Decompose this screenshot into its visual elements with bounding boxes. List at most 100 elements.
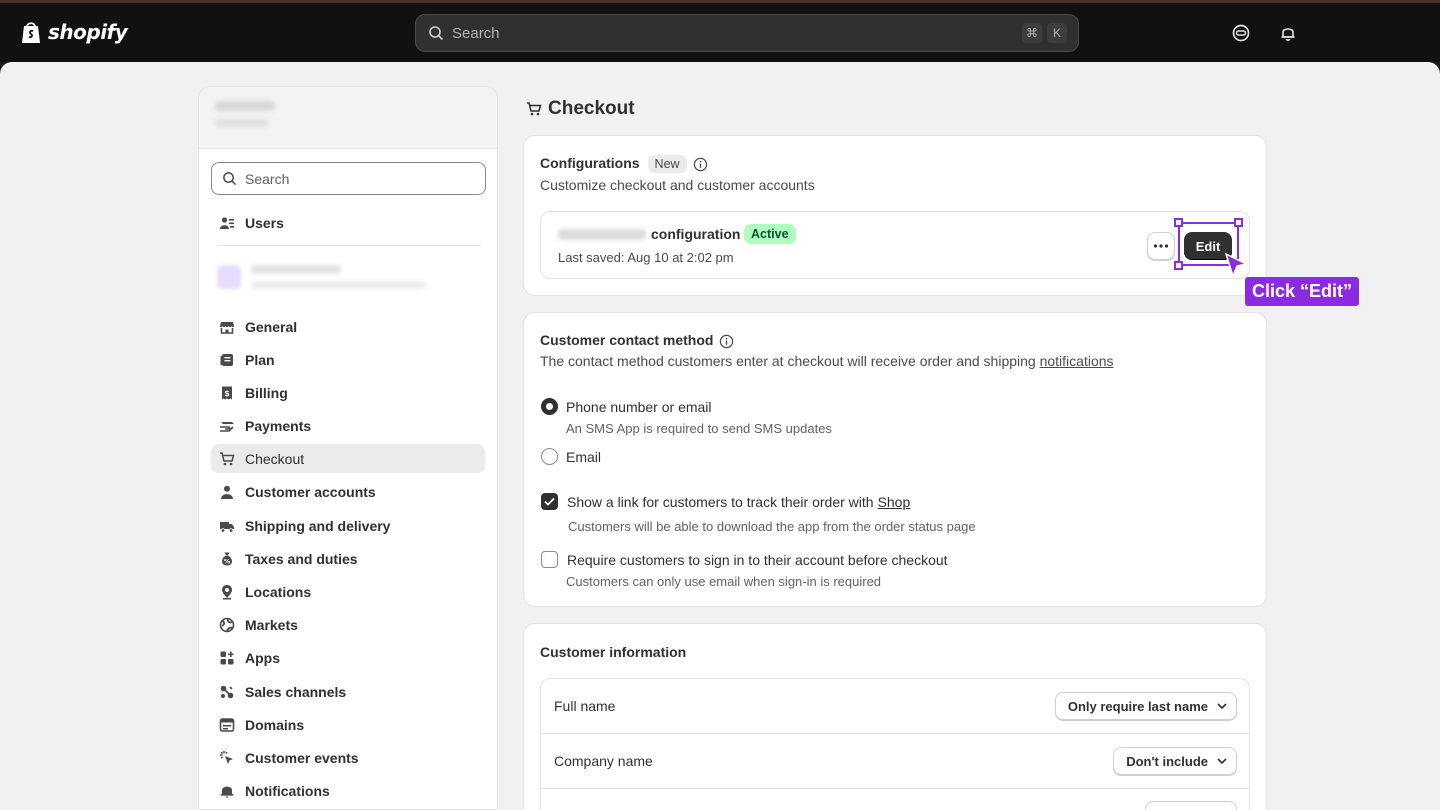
- checkbox-label: Require customers to sign in to their ac…: [567, 551, 948, 568]
- brand-name: shopify: [48, 20, 128, 44]
- events-icon: [220, 750, 233, 764]
- shopify-logo[interactable]: shopify: [20, 20, 128, 44]
- partial-select[interactable]: [1145, 801, 1237, 810]
- checkbox-unchecked[interactable]: [541, 551, 558, 568]
- shop-link[interactable]: Shop: [878, 494, 911, 510]
- info-icon[interactable]: [693, 157, 708, 172]
- radio-phone-or-email[interactable]: Phone number or email: [541, 398, 712, 415]
- svg-text:%: %: [224, 557, 231, 565]
- full-name-select[interactable]: Only require last name: [1054, 692, 1237, 720]
- chevron-down-icon: [1217, 758, 1227, 765]
- account-row-redacted[interactable]: [217, 265, 426, 289]
- radio-selected[interactable]: [541, 398, 558, 415]
- checkbox-help-text: Customers can only use email when sign-i…: [566, 574, 882, 589]
- radio-label: Email: [566, 448, 602, 465]
- sidebar-item-taxes[interactable]: % Taxes and duties: [211, 544, 485, 573]
- page-title: Checkout: [526, 98, 635, 120]
- settings-sidebar: Search Users General Plan $ Billing Paym…: [198, 86, 498, 810]
- sidebar-item-domains[interactable]: Domains: [211, 710, 485, 739]
- sidebar-item-label: Plan: [245, 351, 275, 368]
- sidebar-item-label: Locations: [245, 583, 312, 600]
- store-assistant-icon[interactable]: [1231, 23, 1251, 43]
- sidebar-item-payments[interactable]: Payments: [211, 411, 485, 440]
- store-header-blurred[interactable]: [199, 87, 497, 149]
- sidebar-item-billing[interactable]: $ Billing: [211, 378, 485, 407]
- configurations-card: Configurations New Customize checkout and…: [523, 135, 1267, 296]
- contact-method-title: Customer contact method: [540, 332, 734, 349]
- contact-method-card: Customer contact method The contact meth…: [523, 312, 1267, 607]
- checkbox-require-sign-in[interactable]: Require customers to sign in to their ac…: [541, 551, 948, 568]
- shortcut-k-key: K: [1047, 23, 1067, 43]
- configuration-name-redacted: [558, 229, 646, 240]
- sidebar-item-shipping[interactable]: Shipping and delivery: [211, 511, 485, 540]
- sidebar-item-label: Notifications: [245, 782, 330, 799]
- sidebar-item-sales-channels[interactable]: Sales channels: [211, 677, 485, 706]
- global-search-input[interactable]: Search ⌘ K: [415, 14, 1079, 52]
- radio-unselected[interactable]: [541, 448, 558, 465]
- info-icon[interactable]: [719, 334, 734, 349]
- svg-text:$: $: [224, 389, 230, 398]
- truck-icon: [220, 521, 234, 533]
- status-badge: Active: [744, 224, 796, 244]
- more-actions-button[interactable]: [1147, 232, 1175, 260]
- sidebar-item-checkout[interactable]: Checkout: [211, 444, 485, 473]
- sidebar-item-general[interactable]: General: [211, 312, 485, 341]
- table-row-partial: [541, 789, 1249, 810]
- settings-search-input[interactable]: Search: [211, 162, 486, 195]
- configurations-title-text: Configurations: [540, 155, 640, 171]
- contact-method-title-text: Customer contact method: [540, 332, 714, 348]
- sidebar-item-label: Shipping and delivery: [245, 517, 391, 534]
- store-icon: [220, 321, 234, 334]
- contact-method-subtitle: The contact method customers enter at ch…: [540, 353, 1114, 369]
- users-icon: [220, 216, 234, 229]
- configurations-subtitle: Customize checkout and customer accounts: [540, 177, 815, 193]
- company-name-select[interactable]: Don't include: [1113, 747, 1237, 775]
- configuration-name: configuration: [651, 226, 741, 242]
- checkbox-track-order-shop[interactable]: Show a link for customers to track their…: [541, 493, 910, 510]
- sidebar-item-label: Users: [245, 214, 284, 231]
- account-name-redacted: [251, 265, 341, 274]
- sidebar-item-label: Checkout: [245, 450, 305, 467]
- select-value: Don't include: [1126, 753, 1208, 769]
- checkbox-checked[interactable]: [541, 493, 558, 510]
- highlight-handle: [1174, 218, 1183, 227]
- apps-icon: [220, 651, 234, 664]
- customer-information-card: Customer information Full name Only requ…: [523, 623, 1267, 810]
- cursor-pointer-icon: [1224, 252, 1249, 279]
- sidebar-item-locations[interactable]: Locations: [211, 577, 485, 606]
- highlight-handle: [1234, 218, 1243, 227]
- sidebar-item-apps[interactable]: Apps: [211, 643, 485, 672]
- customer-information-title: Customer information: [540, 644, 687, 660]
- top-bar: shopify Search ⌘ K: [0, 0, 1440, 62]
- person-icon: [221, 485, 233, 499]
- radio-email[interactable]: Email: [541, 448, 601, 465]
- row-label: Full name: [554, 698, 616, 714]
- channels-icon: [220, 685, 234, 698]
- sidebar-item-label: Taxes and duties: [245, 550, 358, 567]
- avatar: [217, 265, 241, 289]
- sidebar-item-label: Apps: [245, 649, 280, 666]
- chevron-down-icon: [1217, 703, 1227, 710]
- cart-icon: [220, 451, 235, 465]
- sidebar-item-plan[interactable]: Plan: [211, 345, 485, 374]
- notifications-link[interactable]: notifications: [1040, 353, 1114, 369]
- sidebar-item-label: Sales channels: [245, 683, 347, 700]
- checkbox-label: Show a link for customers to track their…: [567, 493, 874, 510]
- sidebar-item-customer-events[interactable]: Customer events: [211, 743, 485, 772]
- sidebar-item-markets[interactable]: Markets: [211, 610, 485, 639]
- sidebar-item-label: Payments: [245, 417, 312, 434]
- search-placeholder: Search: [452, 24, 500, 42]
- search-icon: [223, 172, 237, 186]
- checkbox-help-text: Customers will be able to download the a…: [568, 519, 976, 534]
- sidebar-item-users[interactable]: Users: [211, 208, 485, 237]
- configuration-row: configuration Active Last saved: Aug 10 …: [540, 211, 1250, 279]
- new-badge: New: [647, 155, 687, 174]
- checkmark-icon: [544, 497, 555, 506]
- subtitle-text: The contact method customers enter at ch…: [540, 353, 1040, 369]
- sidebar-item-notifications[interactable]: Notifications: [211, 776, 485, 805]
- plan-icon: [220, 353, 233, 366]
- sidebar-item-label: Billing: [245, 384, 288, 401]
- bell-icon[interactable]: [1278, 23, 1298, 43]
- radio-label: Phone number or email: [566, 398, 712, 415]
- sidebar-item-customer-accounts[interactable]: Customer accounts: [211, 477, 485, 506]
